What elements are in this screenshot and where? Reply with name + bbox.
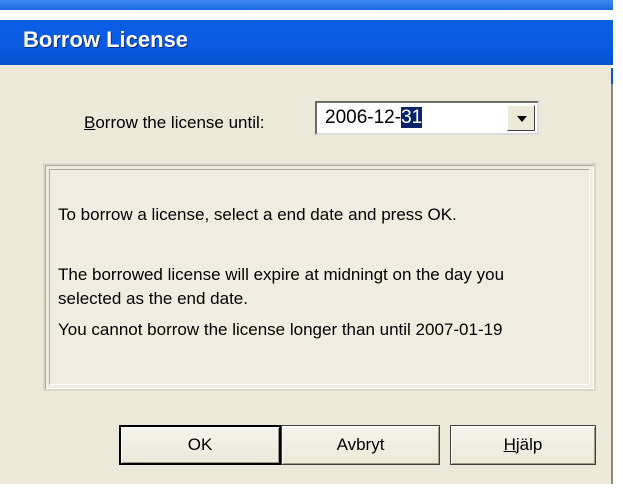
dropdown-button[interactable] [507, 105, 535, 131]
borrow-label-text: orrow the license until: [95, 113, 265, 132]
info-expiry-text: The borrowed license will expire at midn… [58, 265, 505, 308]
info-instruction-text: To borrow a license, select a end date a… [58, 205, 457, 224]
cancel-button[interactable]: Avbryt [281, 425, 440, 465]
borrow-label-accelerator: B [84, 113, 96, 132]
chevron-down-icon [517, 116, 527, 122]
info-limit-text: You cannot borrow the license longer tha… [58, 320, 503, 339]
borrow-license-dialog: Borrow License Borrow the license until:… [0, 0, 613, 484]
help-button-accelerator: H [503, 435, 516, 454]
window-title: Borrow License [23, 27, 189, 52]
end-date-value-selected: 31 [401, 107, 423, 128]
title-bar-top-strip [0, 0, 613, 10]
end-date-combobox[interactable]: 2006-12-31 [315, 101, 539, 135]
borrow-until-label: Borrow the license until: [84, 113, 264, 133]
end-date-value[interactable]: 2006-12-31 [325, 107, 423, 129]
ok-button[interactable]: OK [119, 425, 281, 465]
help-button[interactable]: Hjälp [450, 425, 596, 465]
help-button-label: jälp [515, 435, 543, 454]
end-date-value-prefix: 2006-12- [325, 107, 402, 128]
